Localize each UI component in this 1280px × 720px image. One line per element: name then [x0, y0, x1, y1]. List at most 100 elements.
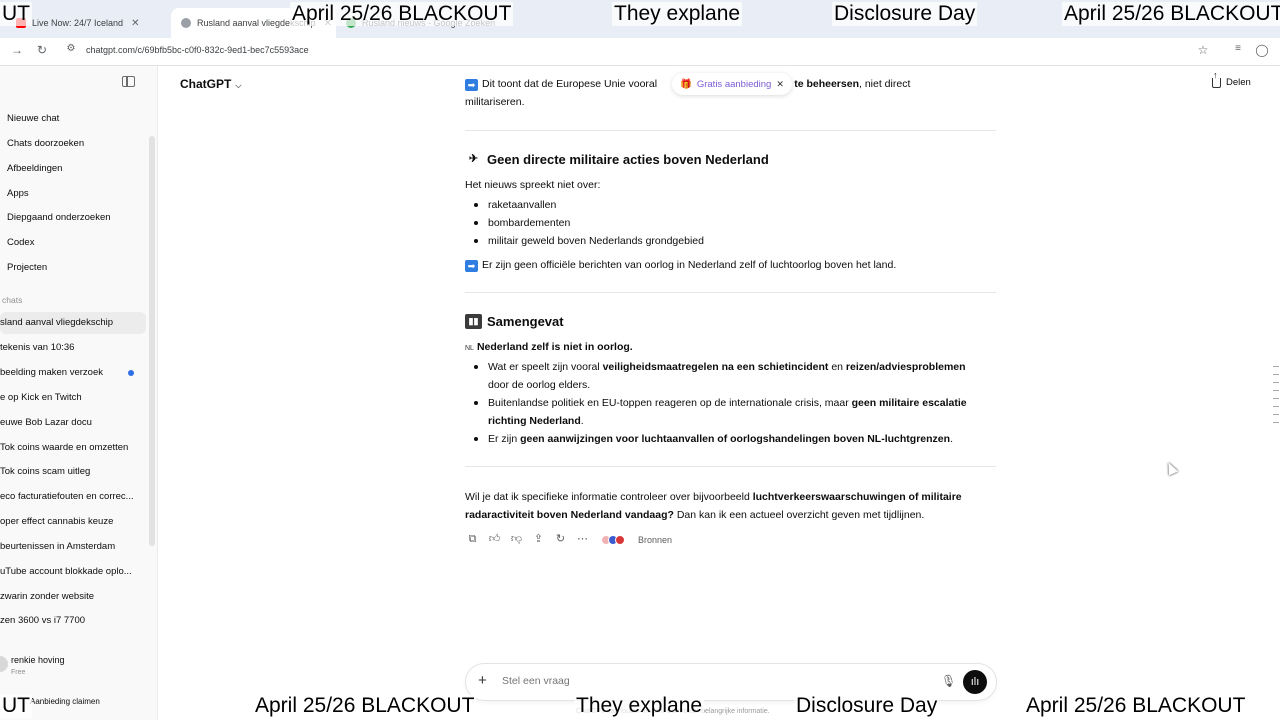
sidebar-item-deep-research[interactable]: Diepgaand onderzoeken [0, 207, 146, 229]
sources-button[interactable]: Bronnen [638, 535, 672, 545]
sidebar-item-projects[interactable]: Projecten [0, 257, 146, 279]
more-icon[interactable]: ⋯ [576, 533, 589, 546]
sidebar-chat-item[interactable]: oper effect cannabis keuze [0, 511, 146, 533]
sidebar-chat-item[interactable]: euwe Bob Lazar docu [0, 412, 146, 434]
text: door de oorlog elders. [488, 379, 591, 391]
avatar [0, 656, 8, 672]
message-input[interactable] [502, 675, 922, 687]
chat-title: uTube account blokkade oplo... [0, 566, 132, 577]
arrow-right-icon: ➡ [465, 260, 478, 272]
text: Buitenlandse politiek en EU-toppen reage… [488, 397, 852, 409]
sidebar-item-search-chats[interactable]: Chats doorzoeken [0, 133, 146, 155]
overlay-banner: April 25/26 BLACKOUT [1024, 694, 1248, 718]
microphone-icon[interactable]: 🎙︎ [941, 674, 956, 688]
list-item: Er zijn geen aanwijzingen voor luchtaanv… [474, 430, 988, 448]
text: en [828, 361, 846, 373]
mouse-cursor [1163, 460, 1179, 476]
sidebar-toggle-icon[interactable] [122, 76, 135, 87]
message-actions: ⧉ 👍︎ 👎︎ ⇪ ↻ ⋯ Bronnen [466, 533, 672, 546]
user-profile[interactable]: renkie hoving Free [0, 648, 157, 678]
source-favicon [615, 534, 625, 545]
offer-label: Gratis aanbieding [696, 78, 772, 90]
claim-offer-button[interactable]: Aanbieding claimen [30, 697, 100, 706]
sidebar-item-apps[interactable]: Apps [0, 183, 146, 205]
thumbs-down-icon[interactable]: 👎︎ [510, 533, 523, 546]
bold-text: luchtverkeerswaarschuwingen of militaire [752, 491, 962, 503]
sidebar-chat-item[interactable]: tekenis van 10:36 [0, 337, 146, 359]
regenerate-icon[interactable]: ↻ [554, 533, 567, 546]
bookmark-star-icon[interactable]: ☆ [1194, 43, 1212, 57]
sidebar-chat-item[interactable]: eco facturatiefouten en correc... [0, 486, 146, 508]
chat-title: zwarin zonder website [0, 591, 94, 602]
tab-title: Live Now: 24/7 Iceland [32, 18, 124, 28]
text: Er zijn [488, 433, 521, 445]
page-scroll-indicator[interactable] [1273, 366, 1279, 430]
heading-text: Geen directe militaire acties boven Nede… [487, 152, 769, 167]
profile-icon[interactable]: ◯ [1253, 43, 1271, 57]
sources-favicons[interactable] [601, 534, 625, 545]
chat-title: eco facturatiefouten en correc... [0, 491, 134, 502]
plus-icon[interactable]: + [478, 672, 487, 689]
sidebar-chat-item[interactable]: zwarin zonder website [0, 586, 146, 608]
overlay-banner: They explane [574, 694, 705, 718]
sidebar-chat-item[interactable]: e op Kick en Twitch [0, 387, 146, 409]
sidebar-item-codex[interactable]: Codex [0, 232, 146, 254]
sidebar-chat-item[interactable]: zen 3600 vs i7 7700 [0, 610, 146, 632]
note-text: Er zijn geen officiële berichten van oor… [482, 259, 897, 271]
sidebar-item-label: Nieuwe chat [7, 113, 60, 124]
sidebar-chat-item[interactable]: uTube account blokkade oplo... [0, 561, 146, 583]
bold-text: geen militaire escalatie [851, 397, 967, 409]
free-offer-pill[interactable]: 🎁 Gratis aanbieding ✕ [672, 73, 792, 95]
section-heading: ✈ Geen directe militaire acties boven Ned… [465, 152, 769, 167]
sidebar-chat-item[interactable]: beurtenissen in Amsterdam [0, 536, 146, 558]
copy-icon[interactable]: ⧉ [466, 533, 479, 546]
close-icon[interactable]: ✕ [131, 18, 139, 29]
sidebar-item-new-chat[interactable]: Nieuwe chat [0, 108, 146, 130]
sidebar-chat-item[interactable]: sland aanval vliegdekschip [0, 312, 146, 334]
share-button[interactable]: Delen [1212, 71, 1251, 88]
sidebar-chat-item[interactable]: beelding maken verzoek [0, 362, 146, 384]
text: . [580, 415, 584, 427]
sidebar-item-label: Afbeeldingen [7, 163, 63, 174]
section-heading: ▮▮ Samengevat [465, 314, 564, 329]
sidebar-chat-item[interactable]: Tok coins scam uitleg [0, 461, 146, 483]
close-icon[interactable]: ✕ [776, 79, 784, 90]
media-control-icon[interactable]: ≡ [1229, 43, 1247, 54]
intro-line2: militariseren. [465, 96, 525, 108]
sidebar-item-images[interactable]: Afbeeldingen [0, 158, 146, 180]
reload-icon[interactable]: ↻ [33, 43, 51, 57]
overlay-banner: UT [0, 2, 32, 26]
bold-text: reizen/adviesproblemen [845, 361, 966, 373]
section-note: ➡ Er zijn geen officiële berichten van oo… [465, 256, 996, 274]
chevron-down-icon: ⌵ [235, 81, 242, 90]
overlay-banner: April 25/26 BLACKOUT [253, 694, 477, 718]
site-info-icon[interactable]: ⚙ [62, 43, 80, 54]
forward-icon[interactable]: → [8, 43, 26, 57]
sidebar-scrollbar[interactable] [149, 136, 155, 546]
sidebar-chat-item[interactable]: Tok coins waarde en omzetten [0, 437, 146, 459]
chat-title: oper effect cannabis keuze [0, 516, 114, 527]
url-field[interactable]: chatgpt.com/c/69bfb5bc-c0f0-832c-9ed1-be… [86, 45, 309, 55]
thumbs-up-icon[interactable]: 👍︎ [488, 533, 501, 546]
gift-icon: 🎁 [680, 78, 692, 90]
chat-title: Tok coins scam uitleg [0, 466, 91, 477]
sidebar-section-chats: chats [2, 295, 23, 305]
chat-title: Tok coins waarde en omzetten [0, 442, 129, 453]
chat-title: beurtenissen in Amsterdam [0, 541, 116, 552]
bar-chart-icon: ▮▮ [465, 314, 482, 329]
divider [465, 130, 996, 131]
overlay-banner: They explane [612, 2, 743, 26]
intro-text: Dit toont dat de Europese Unie vooral [482, 78, 658, 90]
lead-bold: Nederland zelf is niet in oorlog. [476, 341, 633, 353]
bold-text: richting Nederland [488, 415, 581, 427]
section-lead: NL Nederland zelf is niet in oorlog. [465, 338, 633, 358]
voice-mode-button[interactable]: ılı [963, 670, 987, 694]
bold-text: radaractiviteit boven Nederland vandaag? [465, 509, 674, 521]
address-bar: → ↻ ⚙ chatgpt.com/c/69bfb5bc-c0f0-832c-9… [0, 38, 1280, 66]
chat-title: tekenis van 10:36 [0, 342, 75, 353]
model-selector[interactable]: ChatGPT ⌵ [180, 77, 241, 91]
share-icon[interactable]: ⇪ [532, 533, 545, 546]
divider [465, 292, 996, 293]
list-item: bombardementen [474, 214, 988, 232]
overlay-banner: Disclosure Day [832, 2, 978, 26]
